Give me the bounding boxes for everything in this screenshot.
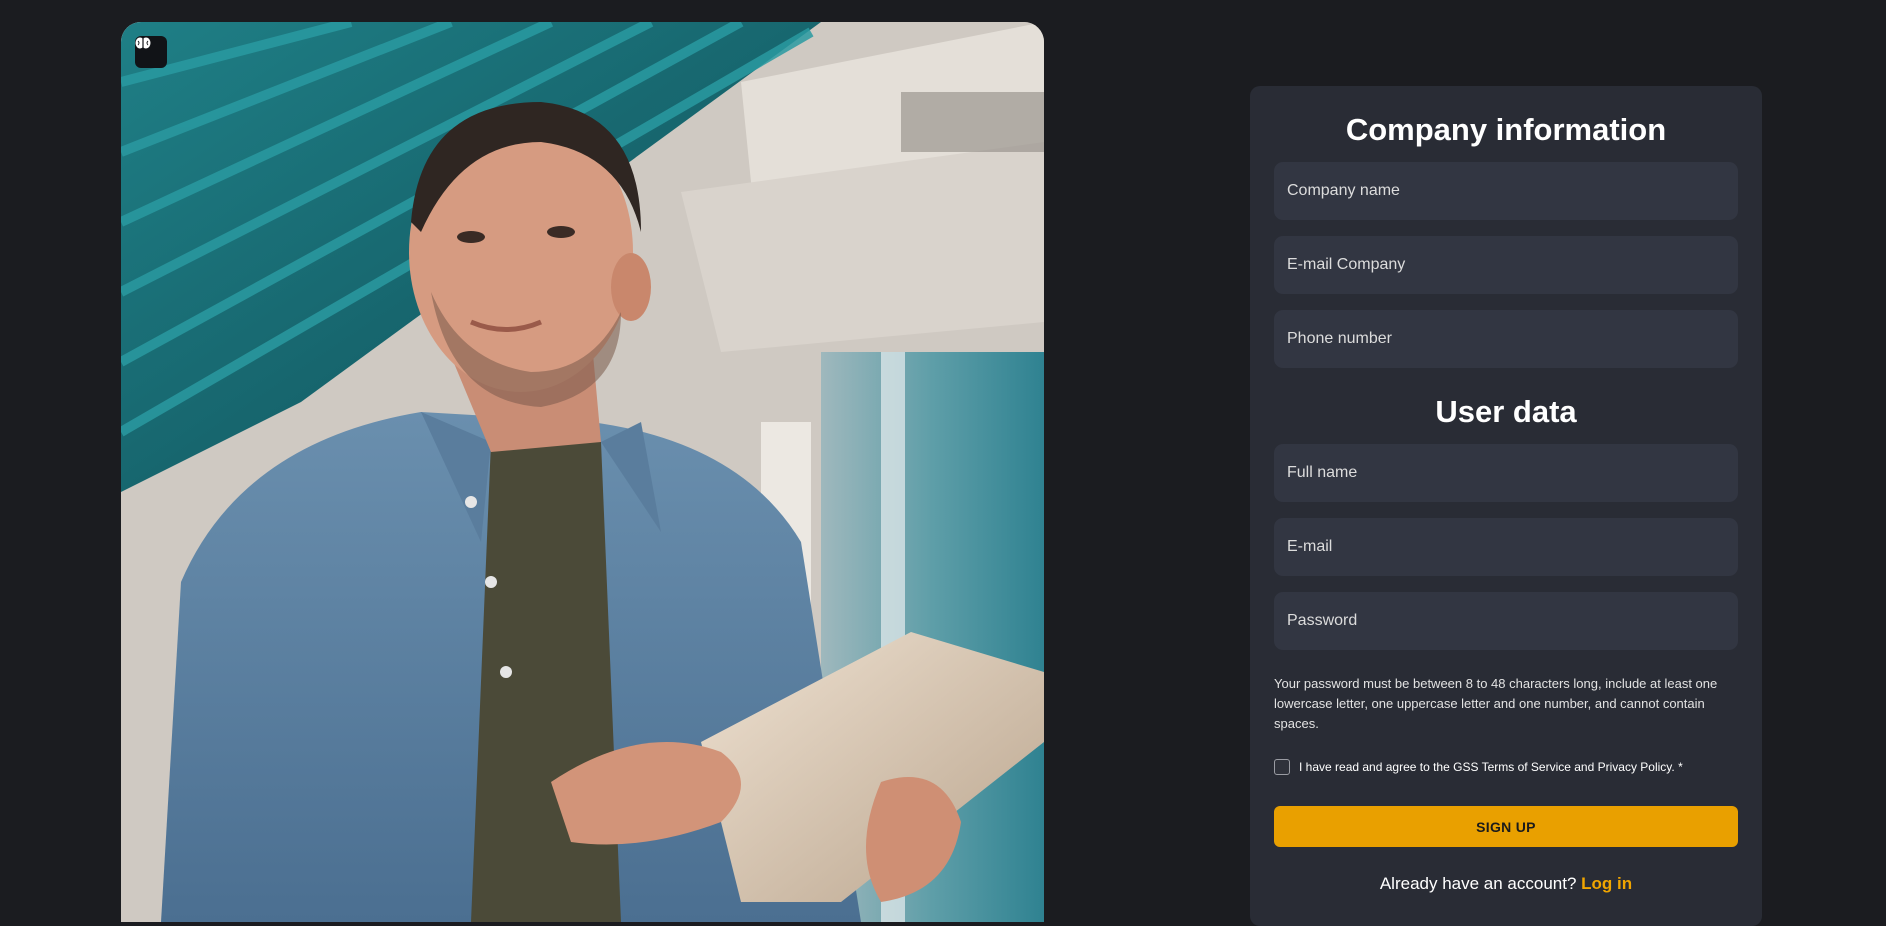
company-name-field[interactable]	[1274, 162, 1738, 220]
full-name-input[interactable]	[1287, 464, 1725, 482]
hero-photo-illustration	[121, 22, 1044, 922]
brain-icon-glyph	[135, 37, 151, 49]
login-link[interactable]: Log in	[1581, 874, 1632, 893]
company-email-field[interactable]	[1274, 236, 1738, 294]
password-requirements-text: Your password must be between 8 to 48 ch…	[1274, 676, 1718, 731]
terms-checkbox[interactable]	[1274, 759, 1290, 775]
user-section-title: User data	[1435, 394, 1577, 429]
full-name-field[interactable]	[1274, 444, 1738, 502]
brain-icon[interactable]	[135, 36, 167, 68]
email-input[interactable]	[1287, 538, 1725, 556]
login-prompt-row: Already have an account? Log in	[1250, 874, 1762, 894]
password-input[interactable]	[1287, 612, 1725, 630]
signup-button[interactable]: SIGN UP	[1274, 806, 1738, 847]
signup-card: Company information User data Your passw…	[1250, 86, 1762, 926]
company-section-title: Company information	[1345, 112, 1667, 147]
password-field[interactable]	[1274, 592, 1738, 650]
hero-image	[121, 22, 1044, 922]
terms-label: I have read and agree to the GSS Terms o…	[1299, 760, 1683, 774]
login-prompt-text: Already have an account?	[1379, 874, 1582, 893]
company-name-input[interactable]	[1287, 182, 1725, 200]
phone-number-input[interactable]	[1287, 330, 1725, 348]
terms-row: I have read and agree to the GSS Terms o…	[1274, 759, 1683, 775]
company-email-input[interactable]	[1287, 256, 1725, 274]
email-field[interactable]	[1274, 518, 1738, 576]
phone-number-field[interactable]	[1274, 310, 1738, 368]
